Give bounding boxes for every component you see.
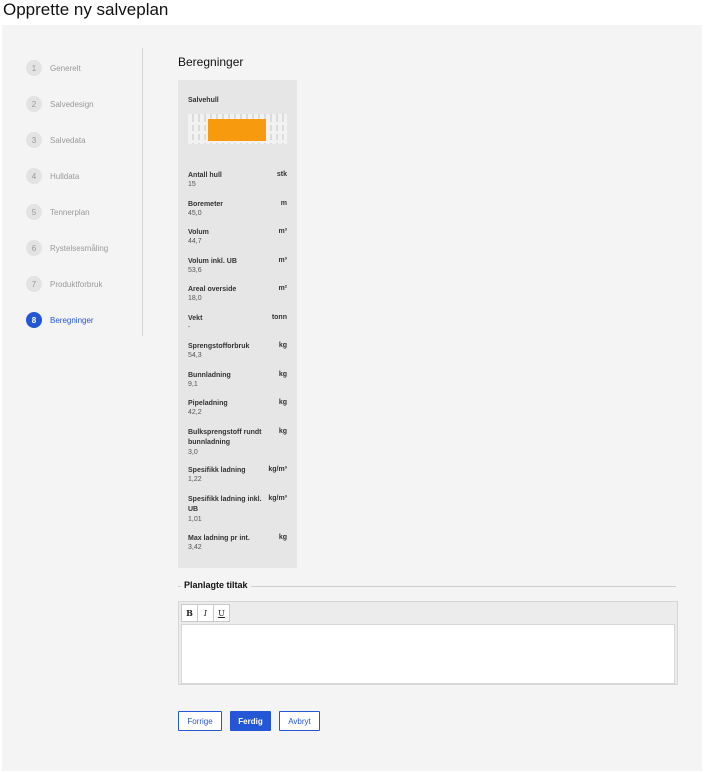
- calc-card: Salvehull Antall hull stk 15 Boremeter m…: [178, 80, 297, 568]
- metric-unit: kg: [278, 342, 287, 349]
- step-number: 3: [26, 132, 42, 148]
- metric-label: Antall hull: [188, 172, 222, 179]
- metric-label: Max ladning pr int.: [188, 535, 250, 542]
- step-number: 2: [26, 96, 42, 112]
- step-label: Rystelsesmåling: [50, 243, 109, 253]
- metric-value: 1,22: [188, 476, 202, 483]
- tiltak-legend: Planlagte tiltak: [181, 580, 251, 590]
- step-label: Hulldata: [50, 171, 80, 181]
- metric-label: Boremeter: [188, 201, 224, 208]
- card-title: Salvehull: [188, 97, 219, 104]
- step-salvedata[interactable]: 3 Salvedata: [26, 132, 86, 148]
- underline-button[interactable]: U: [213, 604, 230, 622]
- metric-label: Volum: [188, 229, 209, 236]
- step-label: Salvedesign: [50, 99, 94, 109]
- metric-unit: kg/m³: [268, 495, 287, 502]
- stepper-divider: [142, 48, 143, 336]
- blast-area-highlight: [208, 119, 266, 141]
- metric-unit: tonn: [271, 314, 287, 321]
- metric-label: Bulksprengstoff rundt bunnladning: [188, 429, 262, 446]
- step-label: Produktforbruk: [50, 279, 103, 289]
- step-number: 7: [26, 276, 42, 292]
- step-number: 6: [26, 240, 42, 256]
- previous-button[interactable]: Forrige: [178, 711, 222, 731]
- step-label: Beregninger: [50, 315, 94, 325]
- metric-unit: m: [280, 200, 287, 207]
- metric-label: Volum inkl. UB: [188, 258, 237, 265]
- step-label: Tennerplan: [50, 207, 90, 217]
- done-button[interactable]: Ferdig: [230, 711, 271, 731]
- fieldset-divider: [178, 586, 676, 587]
- metric-value: 3,42: [188, 544, 202, 551]
- cancel-button[interactable]: Avbryt: [279, 711, 320, 731]
- step-salvedesign[interactable]: 2 Salvedesign: [26, 96, 94, 112]
- metric-unit: kg: [278, 399, 287, 406]
- metric-value: 18,0: [188, 295, 202, 302]
- metric-label: Areal overside: [188, 286, 237, 293]
- tiltak-text-area[interactable]: [181, 624, 675, 684]
- page-title: Opprette ny salveplan: [3, 0, 169, 19]
- metric-unit: kg/m³: [268, 466, 287, 473]
- step-hulldata[interactable]: 4 Hulldata: [26, 168, 79, 184]
- section-title: Beregninger: [178, 55, 244, 69]
- step-tennerplan[interactable]: 5 Tennerplan: [26, 204, 90, 220]
- metric-unit: stk: [276, 171, 287, 178]
- metric-label: Sprengstofforbruk: [188, 343, 250, 350]
- metric-value: 9,1: [188, 381, 198, 388]
- step-beregninger[interactable]: 8 Beregninger: [26, 312, 94, 328]
- metric-value: 54,3: [188, 352, 202, 359]
- metric-unit: kg: [278, 534, 287, 541]
- step-label: Salvedata: [50, 135, 86, 145]
- metric-value: 15: [188, 181, 196, 188]
- metric-unit: kg: [278, 428, 287, 435]
- metric-value: 53,6: [188, 267, 202, 274]
- metric-value: 1,01: [188, 516, 202, 523]
- step-number: 1: [26, 60, 42, 76]
- step-label: Generelt: [50, 63, 81, 73]
- metric-label: Spesifikk ladning inkl. UB: [188, 496, 262, 513]
- italic-button[interactable]: I: [197, 604, 214, 622]
- metric-value: -: [188, 324, 191, 331]
- metric-value: 44,7: [188, 238, 202, 245]
- bold-button[interactable]: B: [181, 604, 198, 622]
- step-number: 5: [26, 204, 42, 220]
- step-rystelsesmaling[interactable]: 6 Rystelsesmåling: [26, 240, 108, 256]
- metric-value: 3,0: [188, 449, 198, 456]
- metric-unit: m³: [278, 257, 287, 264]
- rich-text-editor: B I U: [178, 601, 678, 685]
- step-number: 8: [26, 312, 42, 328]
- step-number: 4: [26, 168, 42, 184]
- editor-toolbar: B I U: [181, 604, 230, 622]
- metric-label: Spesifikk ladning: [188, 467, 246, 474]
- metric-unit: kg: [278, 371, 287, 378]
- metric-label: Vekt: [188, 315, 203, 322]
- step-generelt[interactable]: 1 Generelt: [26, 60, 81, 76]
- metric-unit: m²: [278, 285, 287, 292]
- metric-label: Pipeladning: [188, 400, 228, 407]
- metric-unit: m³: [278, 228, 287, 235]
- blast-hole-illustration: [188, 114, 287, 144]
- metric-value: 42,2: [188, 409, 202, 416]
- step-produktforbruk[interactable]: 7 Produktforbruk: [26, 276, 102, 292]
- metric-value: 45,0: [188, 210, 202, 217]
- metric-label: Bunnladning: [188, 372, 231, 379]
